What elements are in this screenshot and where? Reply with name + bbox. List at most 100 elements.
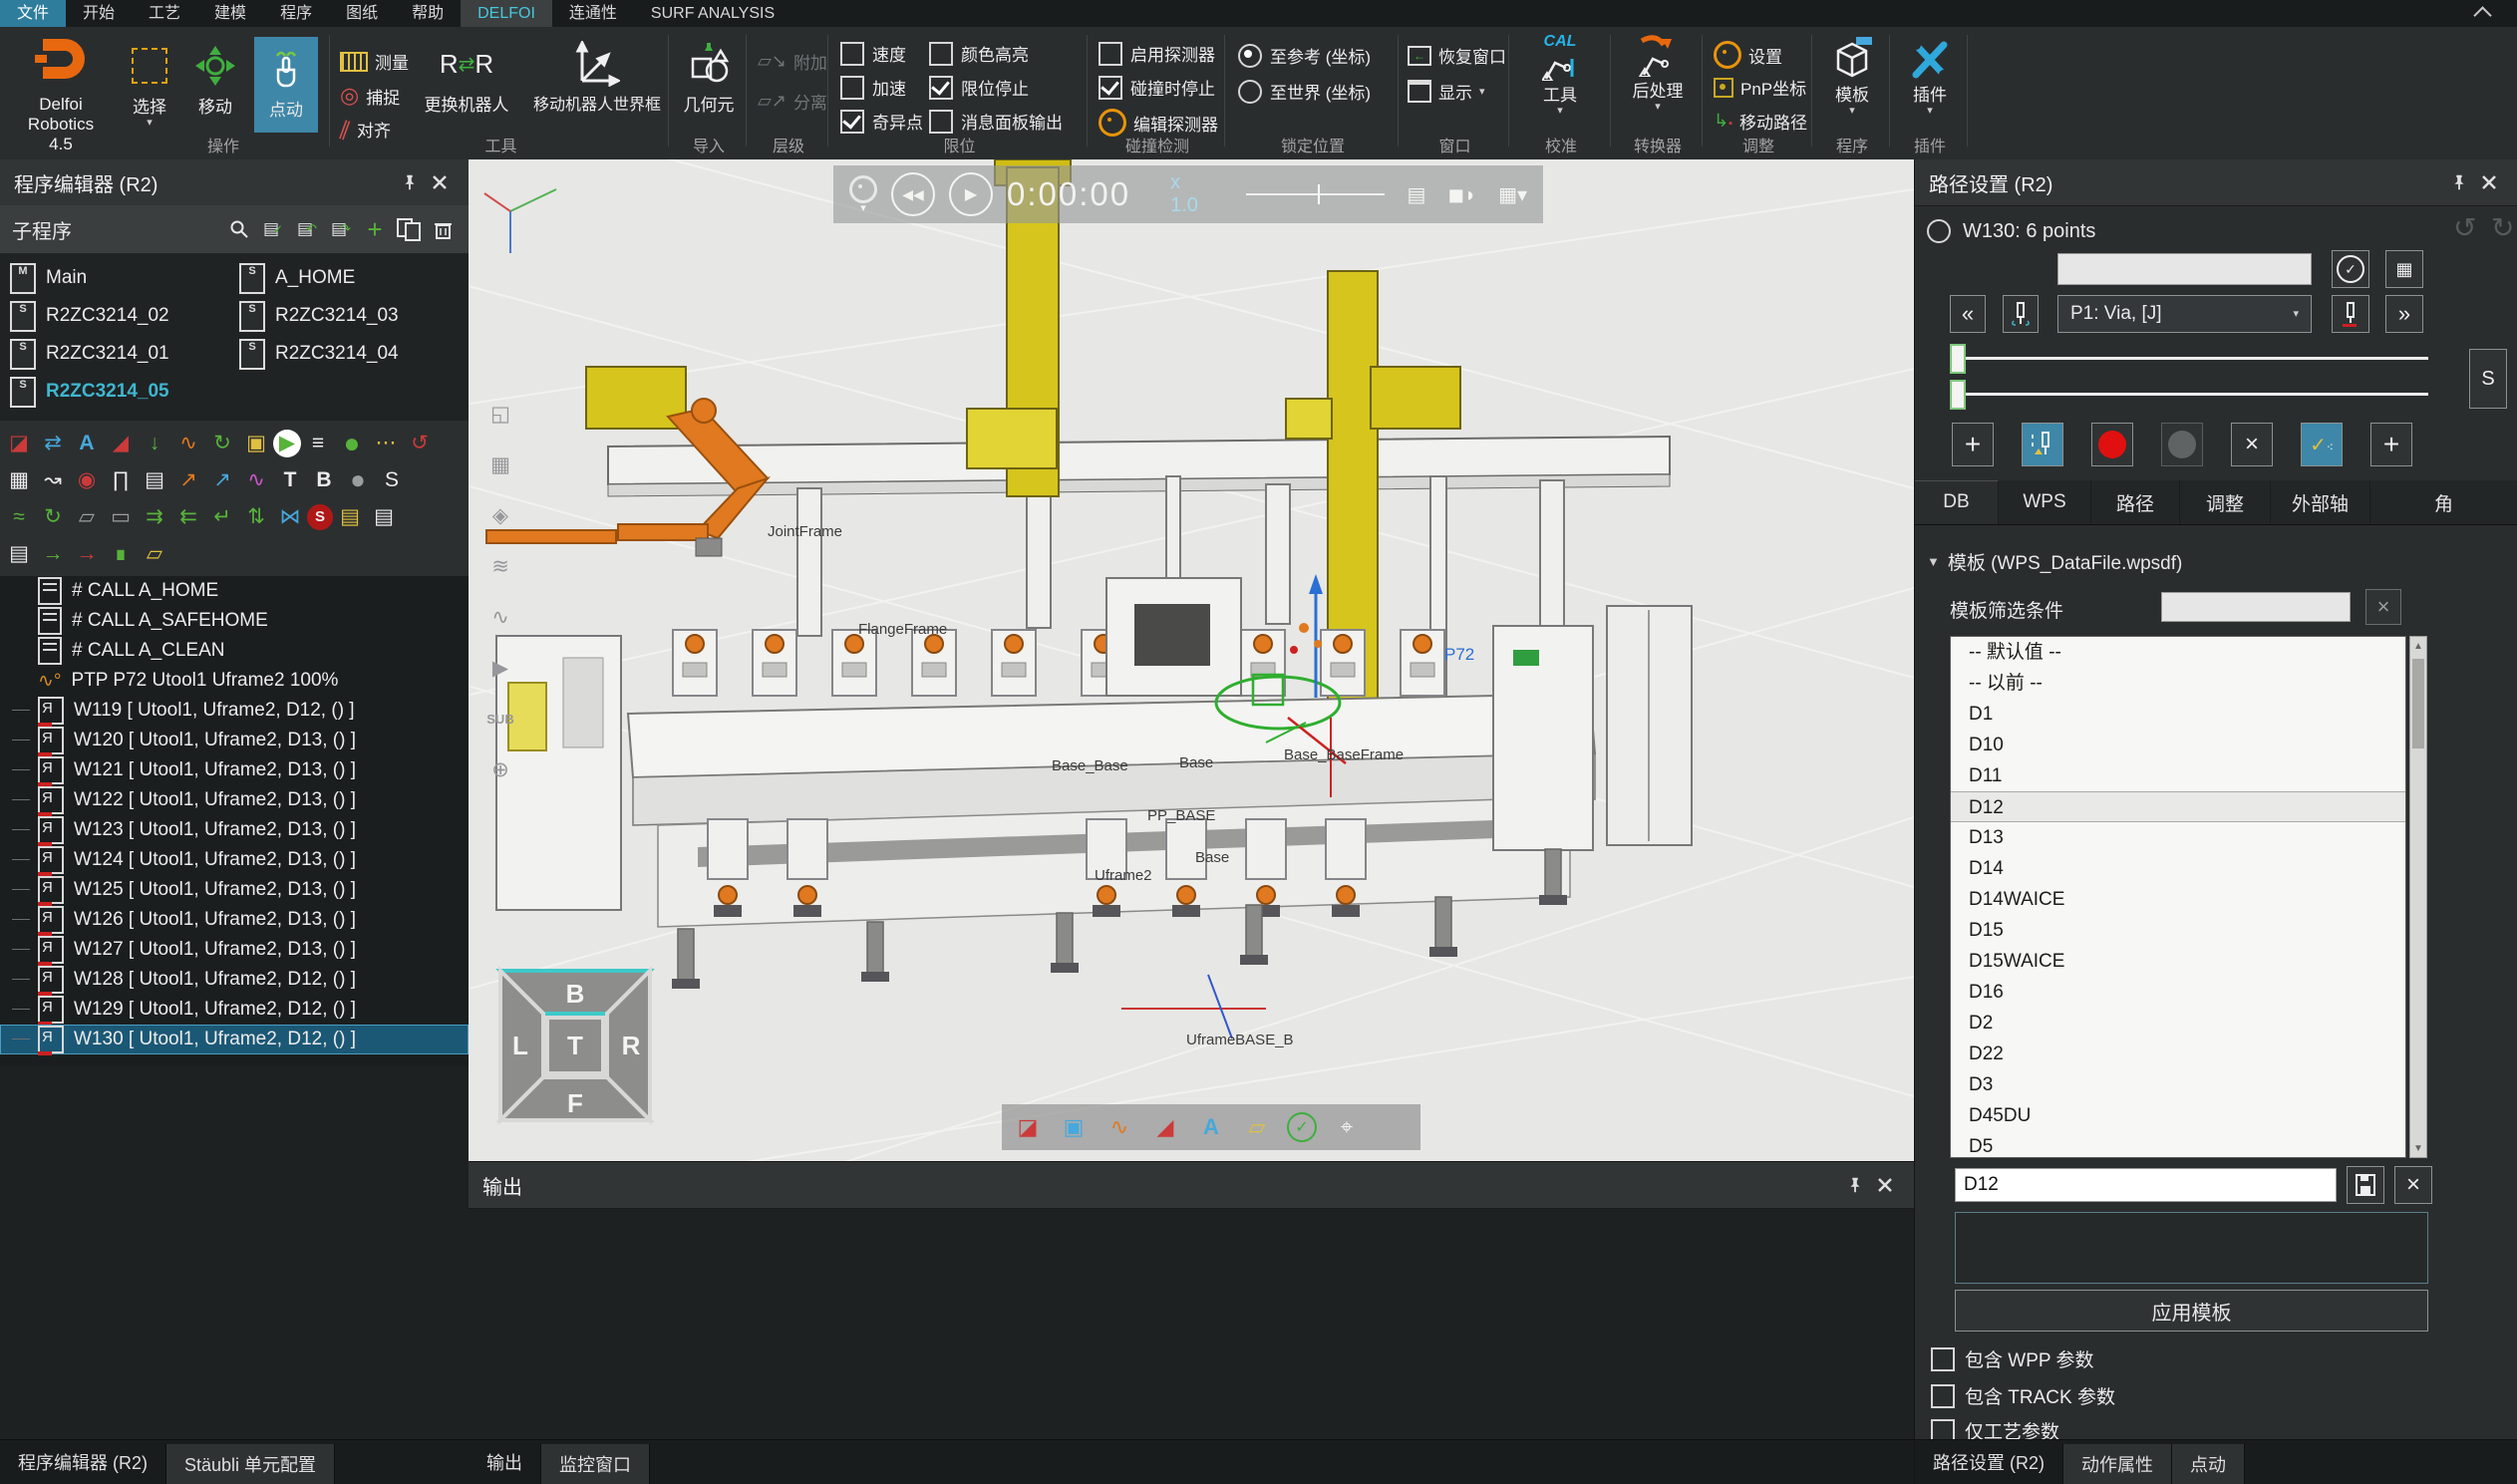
template-filter-input[interactable]	[2161, 592, 2351, 622]
detach-button[interactable]: ▱↗ 分离	[758, 89, 827, 114]
save-template-button[interactable]	[2347, 1166, 2384, 1204]
viewport-3d[interactable]: JointFrame FlangeFrame P72 Base_Base Bas…	[469, 159, 1914, 1161]
export-program-icon[interactable]: ▤↷	[327, 215, 355, 243]
template-section-header[interactable]: ▼ 模板 (WPS_DataFile.wpsdf)	[1927, 548, 2182, 575]
s-button[interactable]: S	[2469, 349, 2507, 409]
enable-detector-checkbox[interactable]: 启用探测器	[1099, 41, 1215, 66]
statement-row[interactable]: ЯW123 [ Utool1, Uframe2, D13, () ]	[0, 815, 469, 845]
point-table-button[interactable]: ▦	[2385, 250, 2423, 288]
chart-icon[interactable]: ∎	[104, 539, 138, 569]
settings-button[interactable]: 设置	[1714, 41, 1782, 69]
path-slider-2[interactable]	[1950, 393, 2428, 396]
tab-db[interactable]: DB	[1915, 480, 1999, 524]
add-point-before-button[interactable]: +	[1952, 423, 1994, 466]
tab-program-editor[interactable]: 程序编辑器 (R2)	[0, 1440, 165, 1484]
add-program-icon[interactable]: +	[361, 215, 389, 243]
template-item[interactable]: D14WAICE	[1951, 884, 2405, 915]
grid-icon[interactable]: ▦	[482, 447, 518, 481]
print-icon[interactable]: ▤	[2, 539, 36, 569]
menu-item-help[interactable]: 帮助	[395, 0, 461, 27]
pe-tool-icon[interactable]: ●	[341, 465, 375, 495]
pe-tool-icon[interactable]: ◢	[104, 429, 138, 458]
redo-icon[interactable]: ↻	[2491, 211, 2514, 244]
pe-tool-icon[interactable]: B	[307, 465, 341, 495]
move-robot-world-frame-button[interactable]: 移动机器人世界框	[529, 37, 665, 115]
ribbon-collapse-icon[interactable]	[2473, 6, 2491, 24]
pe-tool-icon[interactable]: ↵	[205, 502, 239, 532]
pe-tool-icon[interactable]: ↻	[36, 502, 70, 532]
verify-points-button[interactable]: ✓⁖	[2301, 423, 2343, 466]
pe-tool-icon[interactable]: ⇉	[138, 502, 171, 532]
frame-mode-icon[interactable]: ▣	[1058, 1111, 1090, 1143]
last-point-button[interactable]: »	[2385, 295, 2423, 333]
statement-row[interactable]: # CALL A_CLEAN	[0, 636, 469, 666]
export-template-icon[interactable]: ▱	[138, 539, 171, 569]
statement-row[interactable]: ЯW121 [ Utool1, Uframe2, D13, () ]	[0, 755, 469, 785]
selection-frame-icon[interactable]: ▱	[1241, 1111, 1273, 1143]
statement-row[interactable]: ЯW129 [ Utool1, Uframe2, D12, () ]	[0, 995, 469, 1025]
stop-on-collision-checkbox[interactable]: 碰撞时停止	[1099, 75, 1215, 100]
teach-point-button[interactable]	[2022, 423, 2063, 466]
template-item[interactable]: D5	[1951, 1131, 2405, 1158]
attach-button[interactable]: ▱↘ 附加	[758, 49, 827, 74]
template-item[interactable]: D13	[1951, 822, 2405, 853]
rewind-button[interactable]: ◀◀	[891, 172, 935, 216]
scroll-up-icon[interactable]: ▲	[2410, 637, 2426, 655]
pe-tool-icon[interactable]: ↓	[138, 429, 171, 458]
robot-icon[interactable]: ⌖	[1331, 1111, 1363, 1143]
statement-row[interactable]: # CALL A_SAFEHOME	[0, 606, 469, 636]
signal-out-icon[interactable]: →	[70, 539, 104, 569]
statement-row[interactable]: ЯW124 [ Utool1, Uframe2, D13, () ]	[0, 845, 469, 875]
pe-tool-icon[interactable]: ↗	[171, 465, 205, 495]
move-button[interactable]: 移动	[187, 39, 243, 118]
pdf-export-icon[interactable]: ▤	[1407, 182, 1425, 207]
tab-angle[interactable]: 角	[2370, 480, 2517, 524]
move-path-button[interactable]: ↳▪ 移动路径	[1714, 109, 1807, 134]
player-settings-button[interactable]: ▾	[849, 175, 877, 213]
path-radio-icon[interactable]	[1927, 219, 1951, 243]
pe-tool-icon[interactable]: ⇅	[239, 502, 273, 532]
delete-point-button[interactable]: ×	[2231, 423, 2273, 466]
tab-path-settings[interactable]: 路径设置 (R2)	[1915, 1440, 2062, 1484]
speed-checkbox[interactable]: 速度	[840, 41, 906, 66]
program-item-selected[interactable]: SR2ZC3214_05	[10, 373, 239, 411]
cube-view-icon[interactable]: ◈	[482, 498, 518, 532]
statement-row[interactable]: ЯW128 [ Utool1, Uframe2, D12, () ]	[0, 965, 469, 995]
template-item[interactable]: D2	[1951, 1008, 2405, 1039]
menu-item-file[interactable]: 文件	[0, 0, 66, 27]
play-button[interactable]: ▶	[949, 172, 993, 216]
template-item[interactable]: D16	[1951, 977, 2405, 1008]
pe-tool-icon[interactable]: ∿	[171, 429, 205, 458]
search-icon[interactable]	[225, 215, 253, 243]
pe-tool-icon[interactable]: T	[273, 465, 307, 495]
fit-view-icon[interactable]: ◱	[482, 397, 518, 431]
template-description-box[interactable]	[1955, 1212, 2428, 1284]
menu-item-drawing[interactable]: 图纸	[329, 0, 395, 27]
template-item[interactable]: D10	[1951, 730, 2405, 760]
pin-icon[interactable]	[2444, 167, 2474, 197]
program-item[interactable]: SR2ZC3214_01	[10, 335, 239, 373]
tab-wps[interactable]: WPS	[1999, 480, 2091, 524]
pe-tool-icon[interactable]: ▣	[239, 429, 273, 458]
tab-adjust[interactable]: 调整	[2180, 480, 2271, 524]
folder-icon[interactable]: ▤	[138, 465, 171, 495]
statement-row[interactable]: ЯW119 [ Utool1, Uframe2, D12, () ]	[0, 696, 469, 726]
point-name-field[interactable]	[2057, 253, 2312, 285]
view-cube[interactable]: B L T R F	[494, 965, 656, 1132]
include-wpp-checkbox[interactable]: 包含 WPP 参数	[1931, 1345, 2094, 1372]
statement-row[interactable]: # CALL A_HOME	[0, 576, 469, 606]
signal-in-icon[interactable]: →	[36, 539, 70, 569]
document-icon[interactable]: ▤	[367, 502, 401, 532]
to-world-radio[interactable]: 至世界 (坐标)	[1238, 79, 1371, 104]
verify-program-icon[interactable]: ▤✓	[259, 215, 287, 243]
slider-thumb[interactable]	[1950, 380, 1966, 410]
point-select-dropdown[interactable]: P1: Via, [J] ▾	[2057, 295, 2312, 333]
pe-tool-icon[interactable]: ◉	[70, 465, 104, 495]
tab-output[interactable]: 输出	[469, 1440, 540, 1484]
film-icon[interactable]: ▦▾	[1498, 182, 1527, 207]
pe-tool-icon[interactable]: ◪	[2, 429, 36, 458]
pe-tool-icon[interactable]: ≈	[2, 502, 36, 532]
apply-template-button[interactable]: 应用模板	[1955, 1290, 2428, 1332]
path-points-icon[interactable]: ∿	[1103, 1111, 1135, 1143]
speed-slider[interactable]	[1246, 193, 1386, 195]
